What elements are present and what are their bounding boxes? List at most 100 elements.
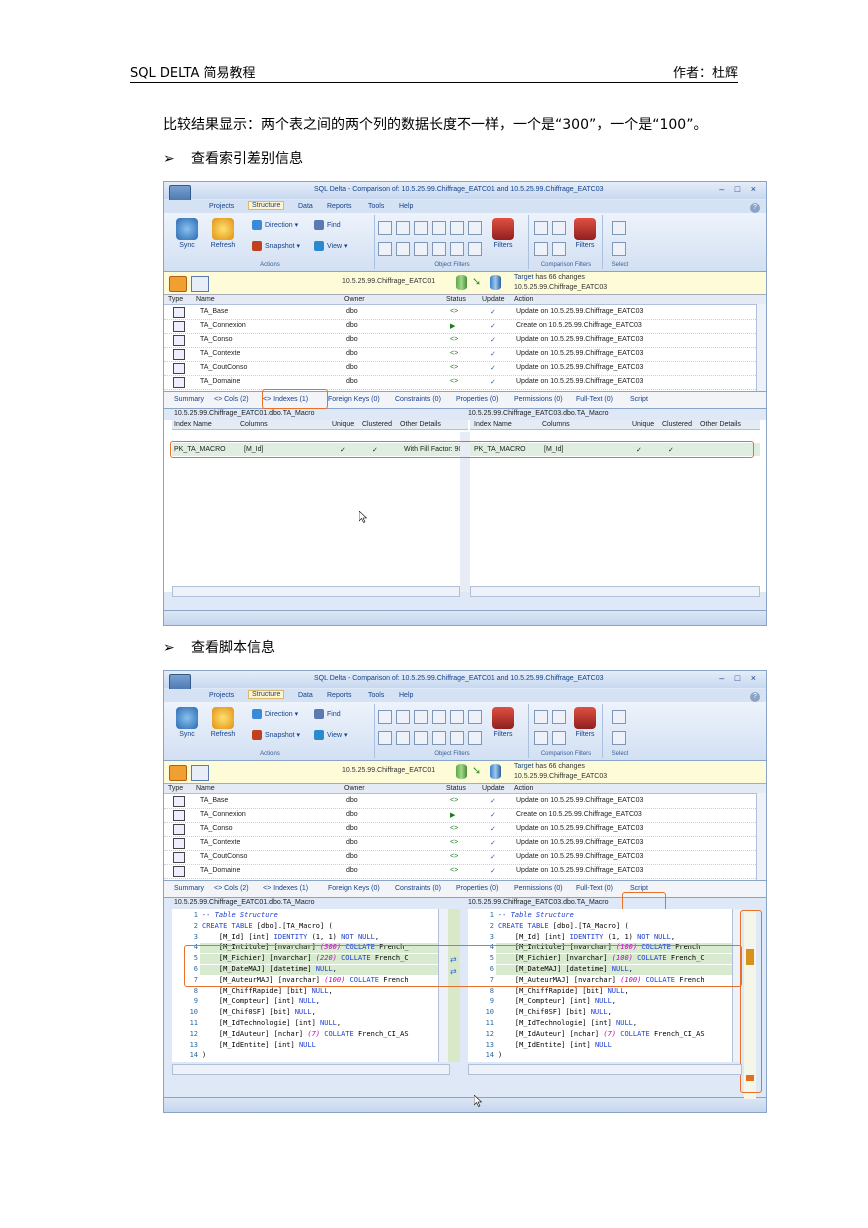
find-button[interactable]: Find [314, 220, 341, 232]
right-only-filter-icon[interactable] [552, 221, 566, 235]
update-checkbox[interactable]: ✓ [490, 797, 496, 805]
table-filter-icon[interactable] [378, 221, 392, 235]
table-row[interactable]: TA_Domaine dbo <> ✓ Update on 10.5.25.99.Chi… [164, 375, 756, 390]
select-all-checkbox[interactable] [612, 710, 626, 724]
view-filter-icon[interactable] [396, 710, 410, 724]
view-filter-icon[interactable] [396, 221, 410, 235]
default-filter-icon[interactable] [450, 731, 464, 745]
tab-summary[interactable]: Summary [174, 396, 204, 403]
table-row[interactable]: TA_CoutConso dbo <> ✓ Update on 10.5.25.99.C… [164, 361, 756, 376]
table-row[interactable]: TA_Connexion dbo ▶ ✓ Create on 10.5.25.99.Ch… [164, 319, 756, 334]
rule-filter-icon[interactable] [468, 710, 482, 724]
update-checkbox[interactable]: ✓ [490, 811, 496, 819]
table-filter-icon[interactable] [378, 710, 392, 724]
menu-help[interactable]: Help [399, 692, 413, 699]
tab-constraints[interactable]: Constraints (0) [395, 396, 441, 403]
select-none-checkbox[interactable] [612, 242, 626, 256]
schema-filter-icon[interactable] [414, 242, 428, 256]
find-button[interactable]: Find [314, 709, 341, 721]
update-checkbox[interactable]: ✓ [490, 364, 496, 372]
equal-filter-icon[interactable] [534, 710, 548, 724]
role-filter-icon[interactable] [396, 731, 410, 745]
menu-reports[interactable]: Reports [327, 692, 352, 699]
tab-constraints[interactable]: Constraints (0) [395, 885, 441, 892]
snapshot-button[interactable]: Snapshot ▾ [252, 241, 300, 253]
select-all-checkbox[interactable] [612, 221, 626, 235]
right-horizontal-scrollbar[interactable] [468, 1064, 742, 1075]
table-row[interactable]: TA_Contexte dbo <> ✓ Update on 10.5.25.99.Ch… [164, 347, 756, 362]
update-checkbox[interactable]: ✓ [490, 322, 496, 330]
type-filter-icon[interactable] [432, 242, 446, 256]
object-filters-button[interactable]: Filters [488, 218, 518, 249]
menu-tools[interactable]: Tools [368, 203, 384, 210]
grid-view-icon[interactable] [191, 276, 209, 292]
comparison-filters-button[interactable]: Filters [570, 218, 600, 249]
help-icon[interactable]: ? [750, 692, 760, 702]
user-filter-icon[interactable] [378, 731, 392, 745]
table-row[interactable]: TA_Contexte dbo <> ✓ Update on 10.5.25.99.Ch… [164, 836, 756, 851]
synonym-filter-icon[interactable] [468, 731, 482, 745]
update-checkbox[interactable]: ✓ [490, 825, 496, 833]
left-only-filter-icon[interactable] [534, 731, 548, 745]
tab-foreign-keys[interactable]: Foreign Keys (0) [328, 885, 380, 892]
left-only-filter-icon[interactable] [534, 242, 548, 256]
schema-filter-icon[interactable] [414, 731, 428, 745]
menu-structure[interactable]: Structure [248, 201, 285, 210]
rule-filter-icon[interactable] [468, 221, 482, 235]
tab-script[interactable]: Script [630, 885, 648, 892]
refresh-button[interactable]: Refresh [208, 707, 238, 738]
update-checkbox[interactable]: ✓ [490, 839, 496, 847]
table-row[interactable]: TA_Connexion dbo ▶ ✓ Create on 10.5.25.99.Ch… [164, 808, 756, 823]
trigger-filter-icon[interactable] [450, 710, 464, 724]
tab-summary[interactable]: Summary [174, 885, 204, 892]
tab-properties[interactable]: Properties (0) [456, 885, 498, 892]
direction-button[interactable]: Direction ▾ [252, 220, 298, 232]
view-button[interactable]: View ▾ [314, 730, 348, 742]
synonym-filter-icon[interactable] [468, 242, 482, 256]
menu-data[interactable]: Data [298, 203, 313, 210]
table-row[interactable]: TA_CoutConso dbo <> ✓ Update on 10.5.25.99.C… [164, 850, 756, 865]
left-horizontal-scrollbar[interactable] [172, 586, 460, 597]
tab-script[interactable]: Script [630, 396, 648, 403]
sync-button[interactable]: Sync [172, 218, 202, 249]
proc-filter-icon[interactable] [414, 221, 428, 235]
update-checkbox[interactable]: ✓ [490, 853, 496, 861]
tab-cols[interactable]: <> Cols (2) [214, 396, 249, 403]
window-controls[interactable]: – □ × [719, 673, 760, 683]
right-only-filter-icon[interactable] [552, 710, 566, 724]
role-filter-icon[interactable] [396, 242, 410, 256]
menu-tools[interactable]: Tools [368, 692, 384, 699]
comparison-filters-button[interactable]: Filters [570, 707, 600, 738]
target-db-icon[interactable] [169, 765, 187, 781]
different-filter-icon[interactable] [552, 242, 566, 256]
update-checkbox[interactable]: ✓ [490, 336, 496, 344]
tab-properties[interactable]: Properties (0) [456, 396, 498, 403]
left-horizontal-scrollbar[interactable] [172, 1064, 450, 1075]
menu-projects[interactable]: Projects [209, 692, 234, 699]
refresh-button[interactable]: Refresh [208, 218, 238, 249]
menu-projects[interactable]: Projects [209, 203, 234, 210]
menu-reports[interactable]: Reports [327, 203, 352, 210]
update-checkbox[interactable]: ✓ [490, 350, 496, 358]
table-row[interactable]: TA_Base dbo <> ✓ Update on 10.5.25.99.Chiffr… [164, 794, 756, 809]
target-db-icon[interactable] [169, 276, 187, 292]
direction-button[interactable]: Direction ▾ [252, 709, 298, 721]
trigger-filter-icon[interactable] [450, 221, 464, 235]
update-checkbox[interactable]: ✓ [490, 378, 496, 386]
snapshot-button[interactable]: Snapshot ▾ [252, 730, 300, 742]
tab-foreign-keys[interactable]: Foreign Keys (0) [328, 396, 380, 403]
update-checkbox[interactable]: ✓ [490, 308, 496, 316]
type-filter-icon[interactable] [432, 731, 446, 745]
table-row[interactable]: TA_Conso dbo <> ✓ Update on 10.5.25.99.Chiff… [164, 822, 756, 837]
tab-cols[interactable]: <> Cols (2) [214, 885, 249, 892]
right-horizontal-scrollbar[interactable] [470, 586, 760, 597]
sync-button[interactable]: Sync [172, 707, 202, 738]
proc-filter-icon[interactable] [414, 710, 428, 724]
different-filter-icon[interactable] [552, 731, 566, 745]
menu-data[interactable]: Data [298, 692, 313, 699]
help-icon[interactable]: ? [750, 203, 760, 213]
tab-permissions[interactable]: Permissions (0) [514, 885, 563, 892]
user-filter-icon[interactable] [378, 242, 392, 256]
grid-view-icon[interactable] [191, 765, 209, 781]
menu-help[interactable]: Help [399, 203, 413, 210]
